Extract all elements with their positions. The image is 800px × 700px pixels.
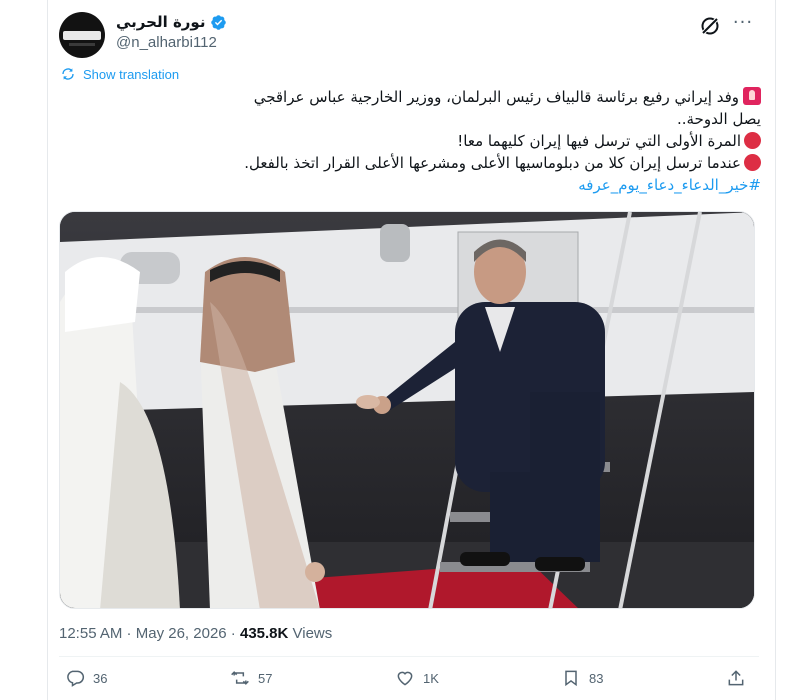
show-translation-link[interactable]: Show translation <box>60 66 179 82</box>
author-handle[interactable]: @n_alharbi112 <box>116 34 227 51</box>
grok-icon[interactable] <box>698 14 722 38</box>
tweet-media-image[interactable] <box>59 211 755 609</box>
avatar-band <box>63 31 101 40</box>
text-line-4-content: عندما ترسل إيران كلا من دبلوماسيها الأعل… <box>244 154 741 172</box>
divider <box>59 656 759 657</box>
meta-separator: · <box>226 625 240 642</box>
tweet-header: نورة الحربي @n_alharbi112 ··· <box>48 0 775 62</box>
media-scene <box>60 212 754 608</box>
avatar-band-lower <box>69 43 95 46</box>
tweet-meta: 12:55 AM · May 26, 2026 · 435.8K Views <box>59 625 332 642</box>
meta-separator: · <box>122 625 136 642</box>
bookmark-count: 83 <box>589 670 604 686</box>
like-button[interactable]: 1K <box>395 668 439 688</box>
text-line-3: المرة الأولى التي ترسل فيها إيران كليهما… <box>457 130 761 152</box>
repost-button[interactable]: 57 <box>230 668 272 688</box>
column-border-right <box>775 0 776 700</box>
views-count: 435.8K <box>239 625 289 642</box>
share-button[interactable] <box>726 668 746 688</box>
text-line-1: وفد إيراني رفيع برئاسة قالبياف رئيس البر… <box>254 86 761 108</box>
show-translation-label: Show translation <box>83 66 180 82</box>
hashtag-link[interactable]: #خير_الدعاء_دعاء_يوم_عرفه <box>578 174 761 196</box>
repost-icon <box>231 671 249 685</box>
like-count: 1K <box>423 670 439 686</box>
text-line-1-content: وفد إيراني رفيع برئاسة قالبياف رئيس البر… <box>253 88 739 106</box>
display-name-row: نورة الحربي <box>116 13 227 31</box>
bookmark-icon <box>565 670 577 687</box>
author-names: نورة الحربي @n_alharbi112 <box>116 13 227 51</box>
tweet-date[interactable]: May 26, 2026 <box>136 625 227 642</box>
text-line-3-content: المرة الأولى التي ترسل فيها إيران كليهما… <box>457 132 741 150</box>
avatar[interactable] <box>59 12 105 58</box>
red-circle-emoji-icon <box>744 132 761 149</box>
red-circle-emoji-icon <box>744 154 761 171</box>
display-name[interactable]: نورة الحربي <box>116 13 205 31</box>
translate-icon <box>62 68 74 80</box>
text-line-4: عندما ترسل إيران كلا من دبلوماسيها الأعل… <box>244 152 761 174</box>
views-label: Views <box>288 625 333 642</box>
tweet: نورة الحربي @n_alharbi112 ··· Show trans… <box>48 0 775 700</box>
verified-badge-icon <box>211 14 227 30</box>
reply-icon <box>67 670 85 687</box>
more-options-icon[interactable]: ··· <box>730 12 756 38</box>
tweet-text: وفد إيراني رفيع برئاسة قالبياف رئيس البر… <box>68 86 761 198</box>
action-bar: 36 57 1K 83 <box>48 664 775 698</box>
bookmark-button[interactable]: 83 <box>561 668 603 688</box>
siren-emoji-icon <box>743 87 761 105</box>
share-icon <box>728 670 744 686</box>
tweet-time[interactable]: 12:55 AM <box>59 625 122 642</box>
heart-icon <box>397 671 413 686</box>
repost-count: 57 <box>258 670 273 686</box>
text-line-2: يصل الدوحة.. <box>676 110 761 128</box>
reply-button[interactable]: 36 <box>65 668 107 688</box>
reply-count: 36 <box>93 670 108 686</box>
